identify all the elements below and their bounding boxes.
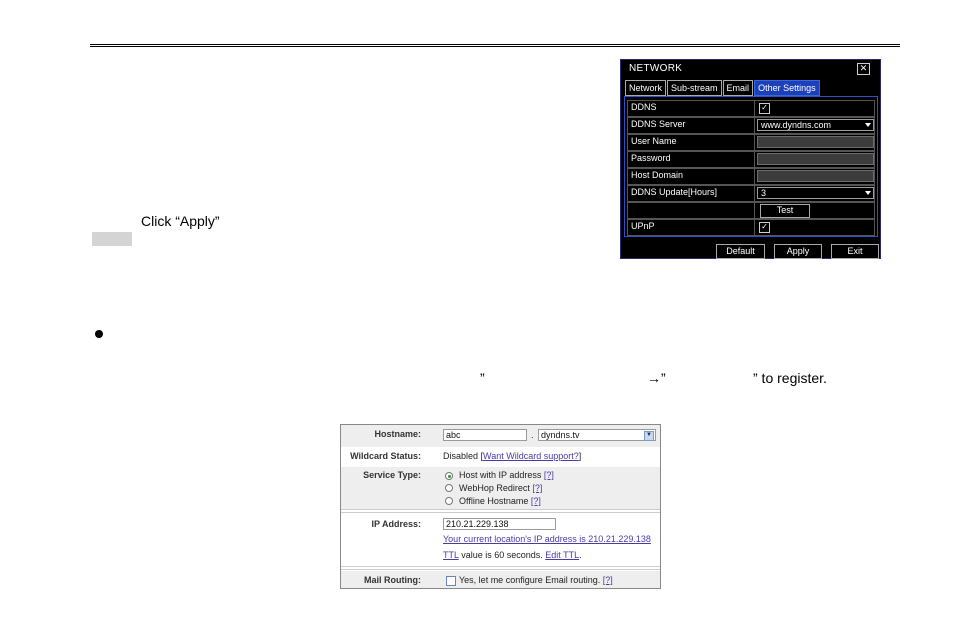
- user-name-label: User Name: [631, 136, 677, 146]
- hostname-input[interactable]: abc: [443, 429, 527, 441]
- row-user-name: User Name: [627, 134, 875, 151]
- domain-value: dyndns.tv: [541, 430, 580, 440]
- ddns-server-value: www.dyndns.com: [761, 120, 832, 130]
- dot-separator: .: [531, 430, 534, 440]
- ddns-update-label: DDNS Update[Hours]: [631, 187, 718, 197]
- help-link[interactable]: [?]: [531, 496, 541, 506]
- close-icon[interactable]: ✕: [857, 63, 870, 75]
- hostname-label: Hostname:: [374, 429, 421, 439]
- mail-routing-label: Mail Routing:: [364, 575, 421, 585]
- row-test: Test: [627, 202, 875, 219]
- ddns-update-value: 3: [761, 188, 767, 198]
- wildcard-support-link[interactable]: Want Wildcard support?: [483, 451, 579, 461]
- tab-other-settings[interactable]: Other Settings: [754, 80, 820, 96]
- help-link[interactable]: [?]: [532, 483, 542, 493]
- host-domain-label: Host Domain: [631, 170, 684, 180]
- settings-panel: DDNS ✓ DDNS Server www.dyndns.com User N…: [624, 96, 878, 237]
- apply-button[interactable]: Apply: [774, 244, 822, 259]
- tab-email[interactable]: Email: [722, 80, 754, 96]
- tab-bar: Network Sub-stream Email Other Settings: [625, 80, 820, 96]
- service-type-label: Service Type:: [363, 470, 421, 480]
- wildcard-status-label: Wildcard Status:: [350, 451, 421, 461]
- exit-button[interactable]: Exit: [831, 244, 879, 259]
- chevron-down-icon: [865, 191, 871, 195]
- service-option-label: Host with IP address [?]: [459, 470, 554, 480]
- current-ip-link[interactable]: Your current location's IP address is 21…: [443, 534, 660, 544]
- help-link[interactable]: [?]: [603, 575, 613, 585]
- ip-address-input[interactable]: 210.21.229.138: [443, 518, 556, 530]
- radio-host-ip[interactable]: [445, 472, 453, 480]
- ddns-label: DDNS: [631, 102, 657, 112]
- user-name-input[interactable]: [757, 136, 874, 148]
- register-text: ” to register.: [753, 370, 827, 386]
- password-input[interactable]: [757, 153, 874, 165]
- ttl-text: TTL value is 60 seconds. Edit TTL.: [443, 550, 582, 560]
- ddns-checkbox[interactable]: ✓: [759, 103, 770, 114]
- help-link[interactable]: [?]: [544, 470, 554, 480]
- quote-mark: ”: [480, 370, 485, 386]
- domain-select[interactable]: dyndns.tv ▼: [538, 429, 656, 441]
- dialog-title: NETWORK: [629, 63, 683, 74]
- bullet-icon: [95, 330, 103, 338]
- ddns-update-select[interactable]: 3: [757, 187, 874, 199]
- click-apply-text: Click “Apply”: [141, 213, 220, 229]
- radio-offline[interactable]: [445, 497, 453, 505]
- host-domain-input[interactable]: [757, 170, 874, 182]
- arrow-text: →”: [647, 370, 666, 386]
- service-option-label: Offline Hostname [?]: [459, 496, 541, 506]
- ip-address-label: IP Address:: [371, 519, 421, 529]
- mail-routing-checkbox[interactable]: [446, 576, 456, 586]
- radio-webhop[interactable]: [445, 484, 453, 492]
- test-button[interactable]: Test: [760, 204, 810, 218]
- chevron-down-icon: ▼: [644, 431, 654, 441]
- row-ddns-server: DDNS Server www.dyndns.com: [627, 117, 875, 134]
- network-dialog: NETWORK ✕ Network Sub-stream Email Other…: [620, 59, 881, 259]
- edit-ttl-link[interactable]: Edit TTL: [545, 550, 579, 560]
- upnp-checkbox[interactable]: ✓: [759, 222, 770, 233]
- row-ddns: DDNS ✓: [627, 100, 875, 117]
- row-upnp: UPnP ✓: [627, 219, 875, 236]
- tab-network[interactable]: Network: [625, 80, 667, 96]
- row-ddns-update: DDNS Update[Hours] 3: [627, 185, 875, 202]
- password-label: Password: [631, 153, 671, 163]
- header-rule: [90, 44, 900, 47]
- row-host-domain: Host Domain: [627, 168, 875, 185]
- service-option-label: WebHop Redirect [?]: [459, 483, 543, 493]
- wildcard-status: Disabled [Want Wildcard support?]: [443, 451, 582, 461]
- gray-highlight-box: [92, 232, 132, 246]
- ddns-server-label: DDNS Server: [631, 119, 686, 129]
- mail-routing-text: Yes, let me configure Email routing. [?]: [459, 575, 613, 585]
- default-button[interactable]: Default: [716, 244, 765, 259]
- upnp-label: UPnP: [631, 221, 655, 231]
- dyndns-hostname-form: Hostname: abc . dyndns.tv ▼ Wildcard Sta…: [340, 424, 661, 589]
- tab-sub-stream[interactable]: Sub-stream: [667, 80, 722, 96]
- ddns-server-select[interactable]: www.dyndns.com: [757, 119, 874, 131]
- ttl-link[interactable]: TTL: [443, 550, 459, 560]
- row-password: Password: [627, 151, 875, 168]
- chevron-down-icon: [865, 123, 871, 127]
